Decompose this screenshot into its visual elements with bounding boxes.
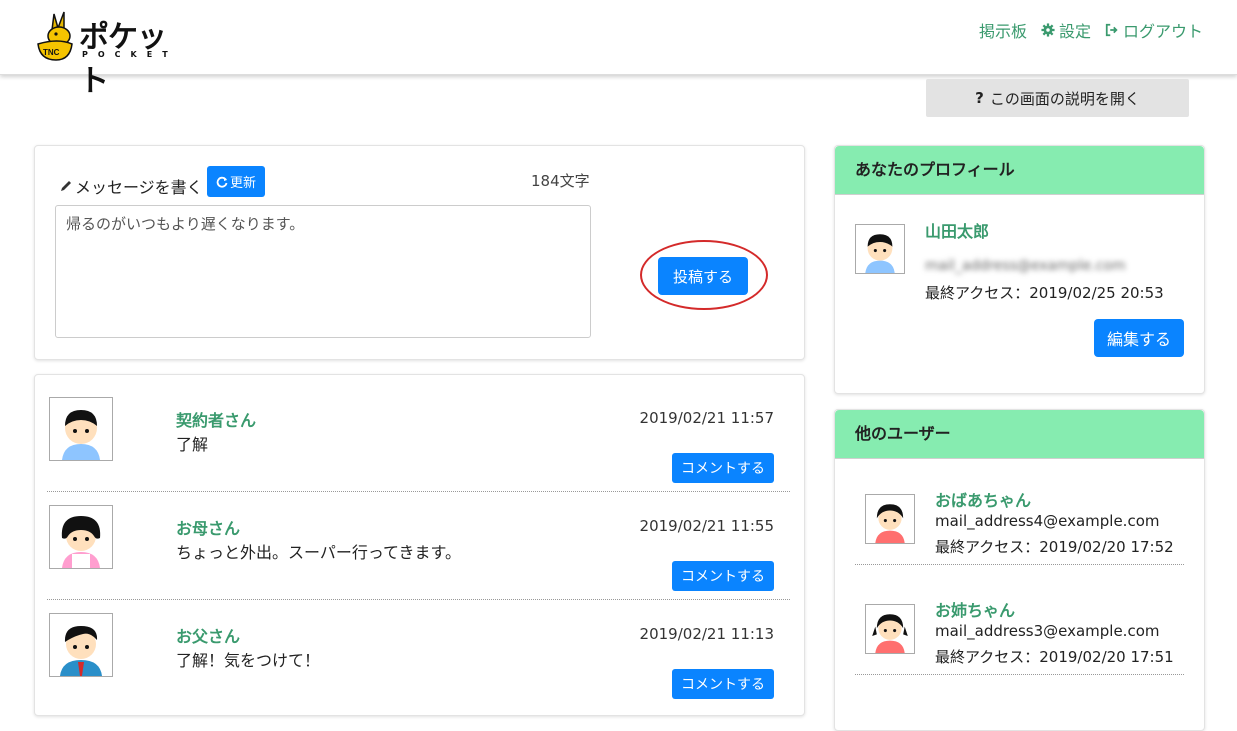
pencil-icon <box>61 181 71 191</box>
logout-icon <box>1105 23 1118 37</box>
boy-avatar <box>49 397 113 461</box>
user-name[interactable]: お姉ちゃん <box>935 597 1015 621</box>
post-text: ちょっと外出。スーパー行ってきます。 <box>176 543 461 562</box>
post-author[interactable]: お母さん <box>176 515 240 539</box>
gear-icon <box>1041 23 1055 37</box>
other-users-card: 他のユーザー おばあちゃん mail_address4@example.com … <box>834 409 1205 731</box>
nav-logout-link[interactable]: ログアウト <box>1105 18 1203 42</box>
top-navbar: TNC ポケット POCKET 掲示板 設定 ログアウト <box>0 0 1237 99</box>
user-last-access: 最終アクセス：2019/02/20 17:52 <box>935 538 1174 556</box>
mother-avatar <box>49 505 113 569</box>
post-author[interactable]: 契約者さん <box>176 407 256 431</box>
father-avatar <box>49 613 113 677</box>
user-list-item: お姉ちゃん mail_address3@example.com 最終アクセス：2… <box>855 570 1184 675</box>
post-button[interactable]: 投稿する <box>658 257 748 295</box>
compose-card: メッセージを書く 更新 184文字 帰るのがいつもより遅くなります。 投稿する <box>34 145 805 360</box>
post-text: 了解 <box>176 435 209 454</box>
profile-email: mail_address@example.com <box>925 258 1126 274</box>
kangaroo-logo-icon: TNC <box>37 11 73 61</box>
compose-label-text: メッセージを書く <box>75 178 203 197</box>
post-author[interactable]: お父さん <box>176 623 240 647</box>
compose-label: メッセージを書く <box>59 174 203 198</box>
profile-name: 山田太郎 <box>925 222 990 241</box>
logo-subtitle: POCKET <box>82 50 178 59</box>
nav-settings-link[interactable]: 設定 <box>1041 18 1091 42</box>
other-users-header: 他のユーザー <box>835 410 1204 459</box>
post-item: お母さん ちょっと外出。スーパー行ってきます。 2019/02/21 11:55… <box>47 493 790 600</box>
post-time: 2019/02/21 11:55 <box>639 517 774 535</box>
post-item: 契約者さん 了解 2019/02/21 11:57 コメントする <box>47 385 790 492</box>
nav-settings-label: 設定 <box>1058 22 1091 41</box>
nav-board-label: 掲示板 <box>978 22 1027 41</box>
profile-last-access: 最終アクセス：2019/02/25 20:53 <box>925 284 1164 302</box>
update-button[interactable]: 更新 <box>207 166 265 197</box>
post-time: 2019/02/21 11:57 <box>639 409 774 427</box>
nav-logout-label: ログアウト <box>1122 22 1203 41</box>
profile-header: あなたのプロフィール <box>835 146 1204 195</box>
nav-board-link[interactable]: 掲示板 <box>979 18 1027 42</box>
user-name[interactable]: おばあちゃん <box>935 487 1031 511</box>
post-text: 了解！気をつけて！ <box>176 651 321 670</box>
user-email: mail_address3@example.com <box>935 622 1160 640</box>
user-list-item: おばあちゃん mail_address4@example.com 最終アクセス：… <box>855 460 1184 565</box>
refresh-icon <box>216 176 228 188</box>
profile-avatar <box>855 224 905 274</box>
comment-button[interactable]: コメントする <box>672 561 774 591</box>
question-icon: ? <box>975 89 984 107</box>
pocket-logo[interactable]: TNC ポケット POCKET <box>34 10 184 99</box>
help-button[interactable]: ? この画面の説明を開く <box>926 79 1189 117</box>
char-count: 184文字 <box>531 172 590 190</box>
sister-avatar <box>865 604 915 654</box>
profile-card: あなたのプロフィール 山田太郎 mail_address@example.com… <box>834 145 1205 394</box>
svg-text:TNC: TNC <box>43 48 60 57</box>
post-time: 2019/02/21 11:13 <box>639 625 774 643</box>
edit-profile-button[interactable]: 編集する <box>1094 319 1184 357</box>
comment-button[interactable]: コメントする <box>672 453 774 483</box>
message-input[interactable]: 帰るのがいつもより遅くなります。 <box>55 205 591 338</box>
post-item: お父さん 了解！気をつけて！ 2019/02/21 11:13 コメントする <box>47 601 790 707</box>
nav-links: 掲示板 設定 ログアウト <box>979 18 1203 42</box>
user-email: mail_address4@example.com <box>935 512 1160 530</box>
grandmother-avatar <box>865 494 915 544</box>
user-last-access: 最終アクセス：2019/02/20 17:51 <box>935 648 1174 666</box>
help-button-label: この画面の説明を開く <box>989 89 1140 108</box>
update-button-label: 更新 <box>229 176 256 191</box>
message-feed: 契約者さん 了解 2019/02/21 11:57 コメントする お母さん ちょ… <box>34 374 805 716</box>
comment-button[interactable]: コメントする <box>672 669 774 699</box>
